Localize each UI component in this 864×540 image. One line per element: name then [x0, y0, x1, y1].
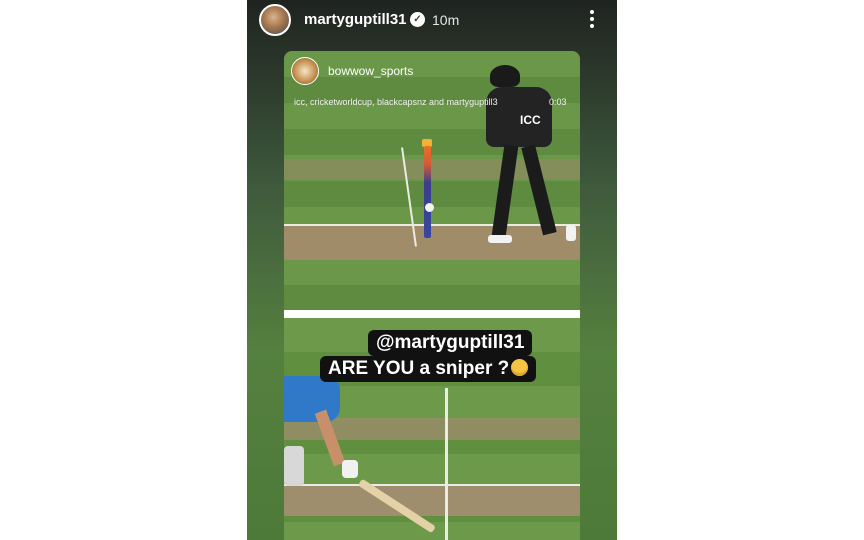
repost-header: bowwow_sports	[284, 51, 580, 91]
player-torso	[486, 87, 552, 147]
cricket-ball	[425, 203, 434, 212]
player-leg	[491, 144, 519, 238]
story-header: martyguptill31 ✓ 10m	[247, 0, 617, 40]
batter-pad	[284, 446, 304, 486]
repost-avatar[interactable]	[291, 57, 319, 85]
player-logo: ICC	[520, 113, 541, 127]
crease-line	[445, 388, 448, 540]
story-viewer: martyguptill31 ✓ 10m ICC bowwow_sports i…	[247, 0, 617, 540]
caption-line1: @martyguptill31	[376, 332, 525, 353]
video-divider	[284, 310, 580, 318]
caption-question: ARE YOU a sniper ?	[320, 356, 537, 382]
batter-glove	[342, 460, 358, 478]
reposted-video-frame[interactable]: ICC bowwow_sports icc, cricketworldcup, …	[284, 51, 580, 540]
player-shoe	[566, 225, 576, 241]
stump	[424, 146, 431, 238]
player-leg	[521, 144, 557, 236]
repost-tags[interactable]: icc, cricketworldcup, blackcapsnz and ma…	[294, 97, 498, 107]
repost-username[interactable]: bowwow_sports	[328, 64, 413, 78]
story-time: 10m	[432, 12, 460, 28]
batter-body	[284, 376, 340, 422]
flushed-face-icon	[511, 359, 529, 376]
story-username[interactable]: martyguptill31	[304, 11, 407, 28]
caption-line2: ARE YOU a sniper ?	[328, 358, 510, 379]
verified-badge-icon: ✓	[410, 12, 425, 27]
caption-mention[interactable]: @martyguptill31	[368, 330, 533, 356]
profile-avatar[interactable]	[259, 4, 291, 36]
player-shoe	[488, 235, 512, 243]
repost-timestamp: 0:03	[549, 97, 567, 107]
more-dots-icon[interactable]	[584, 8, 600, 32]
